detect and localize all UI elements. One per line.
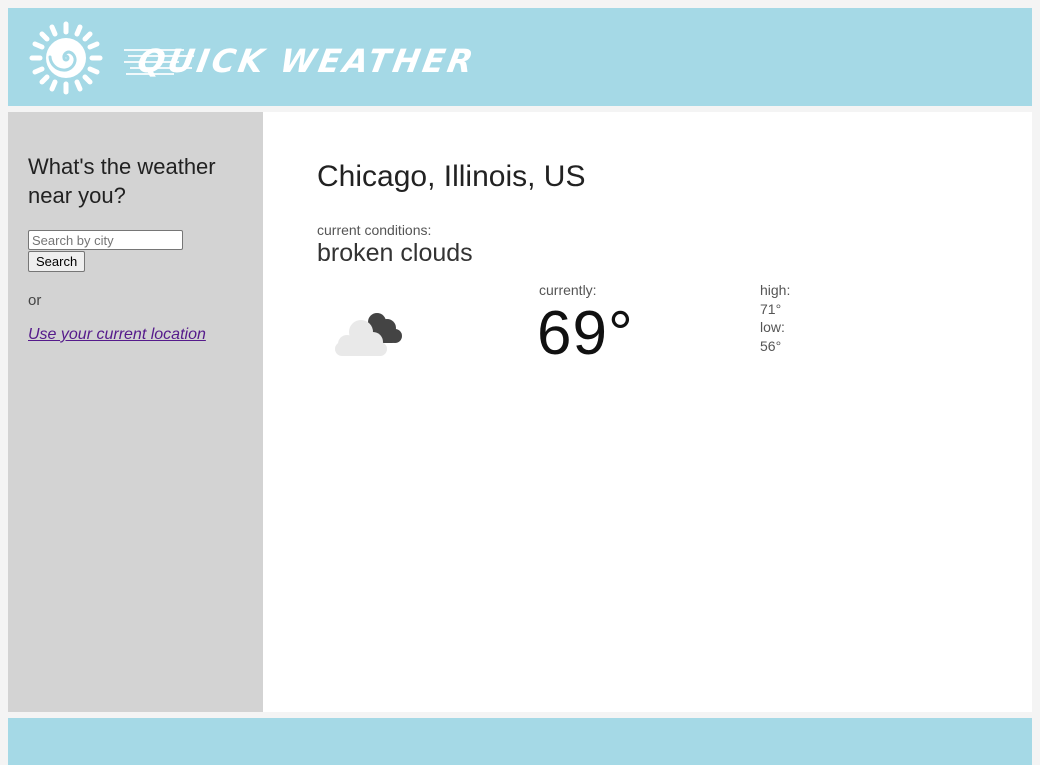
city-name: Chicago, Illinois, US: [317, 160, 586, 193]
logo: QUICK WEATHER: [124, 38, 524, 82]
city-search-input[interactable]: [28, 230, 183, 250]
or-separator: or: [28, 292, 42, 309]
use-current-location-link[interactable]: Use your current location: [28, 326, 206, 344]
conditions-label: current conditions:: [317, 222, 432, 238]
high-label: high:: [760, 282, 791, 298]
high-temperature: 71°: [760, 301, 782, 317]
app-header: QUICK WEATHER: [8, 8, 1032, 106]
logo-text: QUICK WEATHER: [134, 42, 479, 80]
low-temperature: 56°: [760, 338, 782, 354]
sidebar: What's the weather near you? Search or U…: [8, 112, 263, 712]
conditions-value: broken clouds: [317, 239, 473, 267]
search-button[interactable]: Search: [28, 251, 86, 272]
current-temperature: 69°: [537, 299, 634, 368]
search-prompt: What's the weather near you?: [28, 154, 216, 208]
app-footer: [8, 718, 1032, 765]
low-label: low:: [760, 319, 785, 335]
sun-spiral-icon: [28, 20, 104, 96]
broken-clouds-icon: [331, 308, 407, 358]
weather-panel: Chicago, Illinois, US current conditions…: [263, 112, 1032, 712]
currently-label: currently:: [539, 282, 597, 298]
